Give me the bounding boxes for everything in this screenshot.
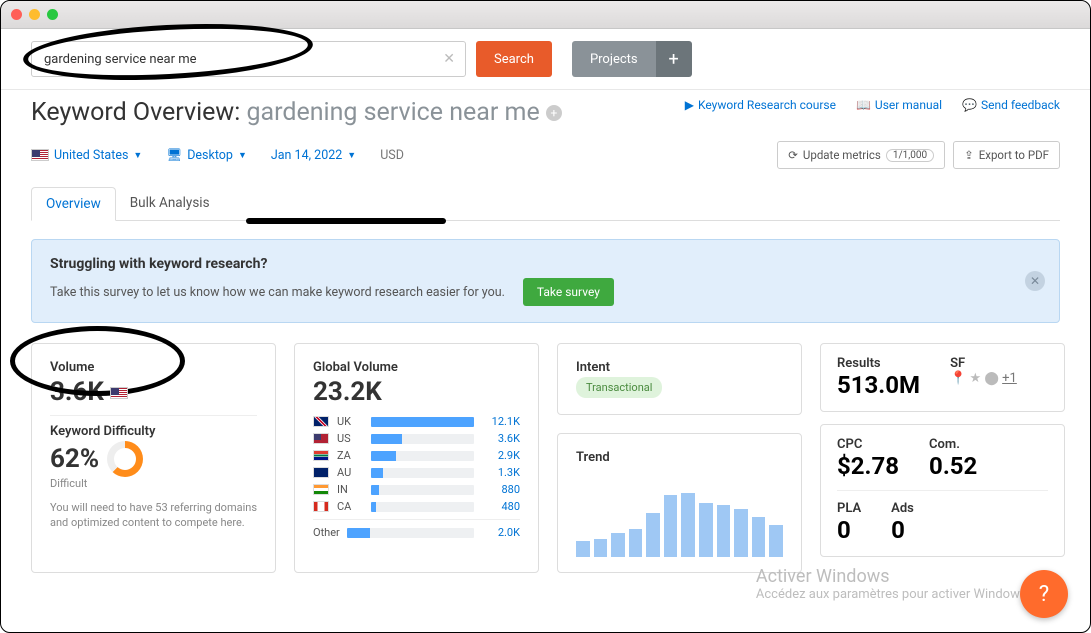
title-prefix: Keyword Overview: [31, 98, 246, 127]
tabs: Overview Bulk Analysis [31, 187, 1060, 221]
clear-input-icon[interactable]: ✕ [433, 51, 465, 67]
volume-value: 3.6K [50, 377, 257, 407]
trend-bar [664, 495, 678, 557]
trend-bar [717, 505, 731, 557]
flag-za-icon [313, 450, 329, 461]
card-volume: Volume 3.6K Keyword Difficulty 62% Diffi… [31, 343, 276, 573]
help-fab-button[interactable]: ? [1020, 570, 1068, 618]
kd-level: Difficult [50, 477, 257, 490]
flag-au-icon [313, 467, 329, 478]
filter-date[interactable]: Jan 14, 2022 ▼ [271, 148, 356, 163]
filter-row: United States ▼ 🖥 Desktop ▼ Jan 14, 2022… [31, 141, 1060, 169]
banner-title: Struggling with keyword research? [50, 256, 614, 272]
tab-overview[interactable]: Overview [31, 187, 116, 221]
currency-label: USD [380, 148, 404, 163]
annotation-underline [246, 218, 446, 224]
flag-ca-icon [313, 501, 329, 512]
ads-value: 0 [891, 516, 914, 544]
global-row-za[interactable]: ZA2.9K [313, 449, 520, 462]
trend-bar [681, 493, 695, 557]
filter-country[interactable]: United States ▼ [31, 148, 142, 163]
com-value: 0.52 [929, 452, 977, 480]
close-window-icon[interactable] [11, 9, 22, 20]
trend-chart [576, 477, 783, 557]
top-search-bar: ✕ Search Projects + [1, 29, 1090, 90]
projects-button[interactable]: Projects [572, 41, 656, 77]
global-row-us[interactable]: US3.6K [313, 432, 520, 445]
global-label: Global Volume [313, 360, 520, 375]
update-metrics-button[interactable]: ⟳ Update metrics 1/1,000 [777, 141, 945, 169]
trend-bar [629, 529, 643, 557]
global-row-au[interactable]: AU1.3K [313, 466, 520, 479]
kd-label: Keyword Difficulty [50, 424, 257, 439]
add-project-button[interactable]: + [656, 41, 692, 77]
intent-tag: Transactional [576, 377, 662, 398]
header-links: ▶ Keyword Research course 📖 User manual … [685, 98, 1060, 112]
serp-features-icons[interactable]: 📍 ★ ⬤ +1 [950, 371, 1017, 386]
title-keyword: gardening service near me [246, 98, 539, 127]
global-row-ca[interactable]: CA480 [313, 500, 520, 513]
card-results: Results 513.0M SF 📍 ★ ⬤ +1 [820, 343, 1065, 412]
add-keyword-icon[interactable]: + [546, 105, 562, 121]
trend-label: Trend [576, 450, 783, 465]
results-value: 513.0M [837, 371, 920, 399]
flag-uk-icon [313, 416, 329, 427]
card-global-volume: Global Volume 23.2K UK12.1K US3.6K ZA2.9K A… [294, 343, 539, 573]
trend-bar [576, 541, 590, 557]
kd-note: You will need to have 53 referring domai… [50, 500, 257, 531]
export-pdf-button[interactable]: ⇪ Export to PDF [953, 141, 1060, 169]
window-titlebar [1, 1, 1090, 29]
trend-bar [611, 533, 625, 557]
kd-donut-icon [107, 441, 143, 477]
global-row-other: Other 2.0K [313, 526, 520, 539]
ads-label: Ads [891, 501, 914, 516]
global-value: 23.2K [313, 377, 520, 407]
card-trend: Trend [557, 433, 802, 573]
sf-label: SF [950, 356, 1017, 371]
trend-bar [752, 517, 766, 557]
page-title: Keyword Overview: gardening service near… [31, 98, 562, 127]
flag-in-icon [313, 484, 329, 495]
cpc-value: $2.78 [837, 452, 899, 480]
card-intent: Intent Transactional [557, 343, 802, 415]
kd-value: 62% [50, 444, 99, 474]
trend-bar [769, 525, 783, 557]
pla-label: PLA [837, 501, 861, 516]
flag-us-icon [31, 149, 49, 161]
trend-bar [734, 509, 748, 557]
take-survey-button[interactable]: Take survey [523, 278, 614, 306]
banner-text: Take this survey to let us know how we c… [50, 285, 505, 300]
tab-bulk-analysis[interactable]: Bulk Analysis [116, 187, 224, 220]
trend-bar [646, 513, 660, 557]
link-manual[interactable]: 📖 User manual [856, 98, 942, 112]
results-label: Results [837, 356, 920, 371]
survey-banner: Struggling with keyword research? Take t… [31, 239, 1060, 323]
minimize-window-icon[interactable] [29, 9, 40, 20]
global-row-uk[interactable]: UK12.1K [313, 415, 520, 428]
trend-bar [594, 539, 608, 557]
global-row-in[interactable]: IN880 [313, 483, 520, 496]
intent-label: Intent [576, 360, 783, 375]
filter-device[interactable]: 🖥 Desktop ▼ [166, 148, 247, 163]
pla-value: 0 [837, 516, 861, 544]
link-course[interactable]: ▶ Keyword Research course [685, 98, 836, 112]
cpc-label: CPC [837, 437, 899, 452]
link-feedback[interactable]: 💬 Send feedback [962, 98, 1060, 112]
keyword-search-input[interactable] [32, 52, 433, 67]
volume-label: Volume [50, 360, 257, 375]
search-button[interactable]: Search [476, 41, 552, 77]
com-label: Com. [929, 437, 977, 452]
maximize-window-icon[interactable] [47, 9, 58, 20]
search-input-wrap: ✕ [31, 41, 466, 77]
card-cpc: CPC$2.78 Com.0.52 PLA0 Ads0 [820, 424, 1065, 557]
flag-us-icon [313, 433, 329, 444]
trend-bar [699, 503, 713, 557]
close-banner-icon[interactable]: ✕ [1025, 271, 1045, 291]
flag-us-icon [110, 387, 128, 399]
